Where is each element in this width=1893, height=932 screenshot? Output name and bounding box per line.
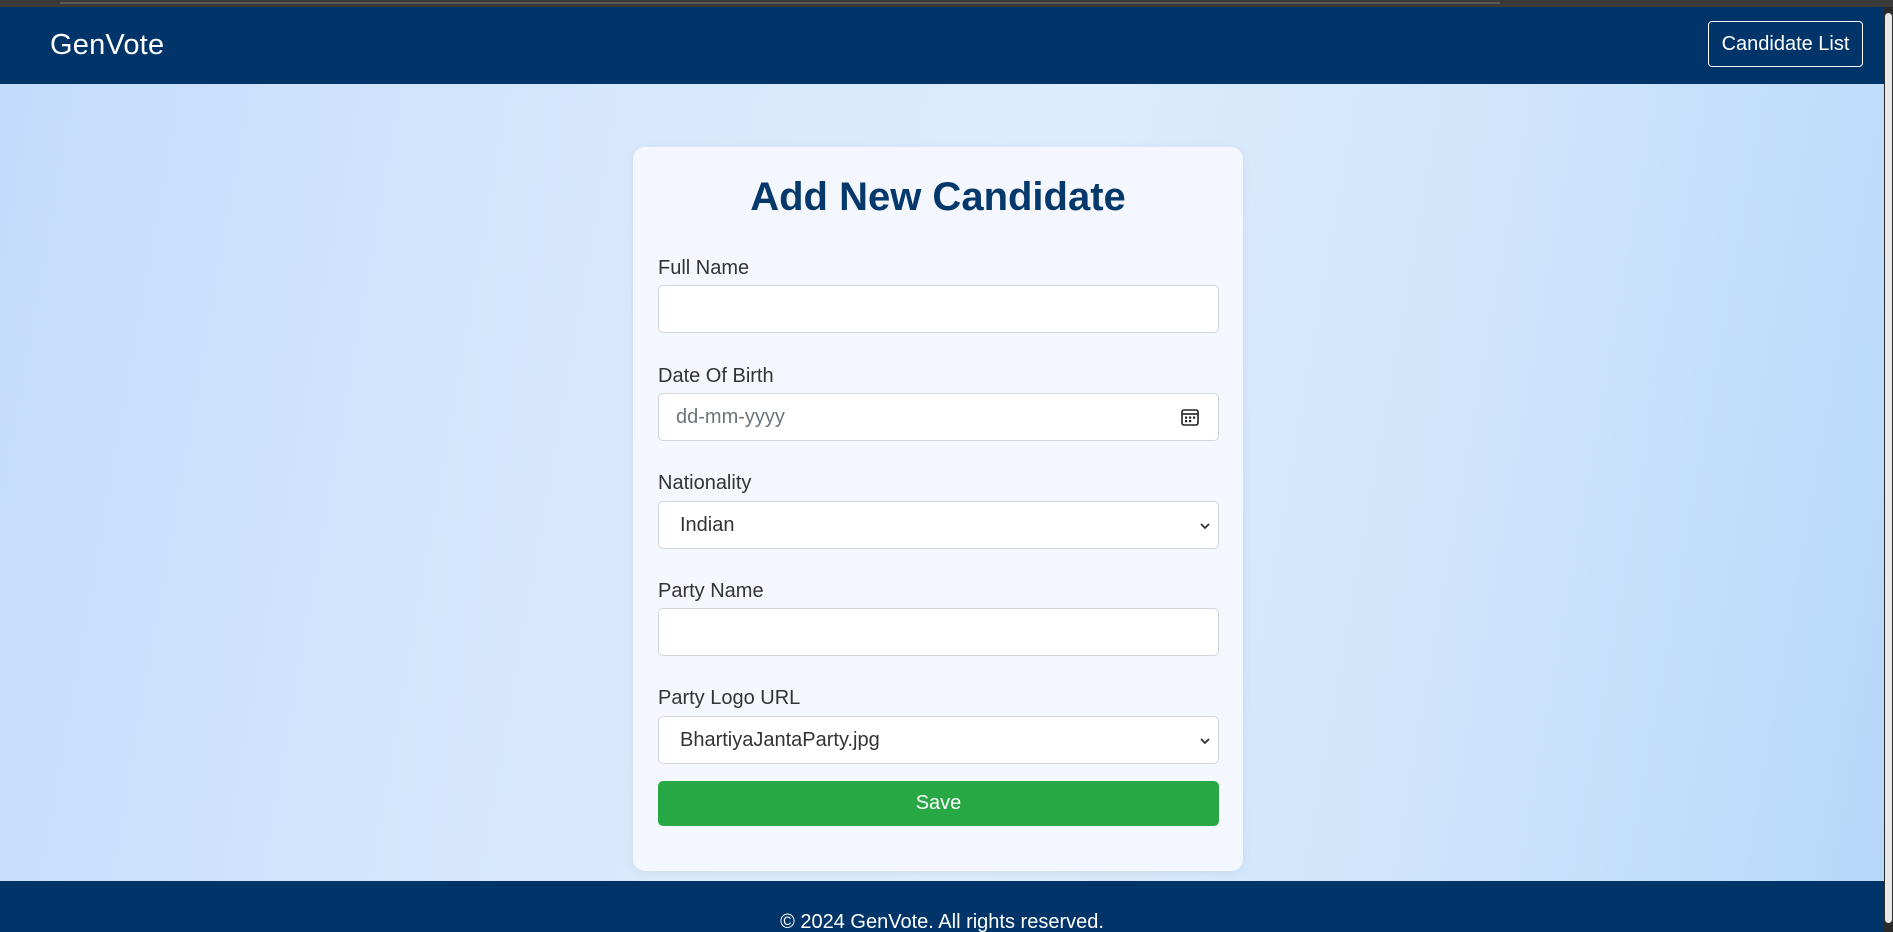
chevron-down-icon: [1200, 523, 1210, 530]
navbar: GenVote Candidate List: [0, 7, 1884, 84]
dob-input[interactable]: dd-mm-yyyy: [658, 393, 1219, 441]
footer: © 2024 GenVote. All rights reserved.: [0, 881, 1884, 932]
party-logo-label: Party Logo URL: [658, 687, 801, 709]
dob-placeholder: dd-mm-yyyy: [676, 406, 785, 428]
save-button[interactable]: Save: [658, 781, 1219, 826]
form-title: Add New Candidate: [750, 175, 1126, 219]
footer-copyright: © 2024 GenVote. All rights reserved.: [780, 911, 1104, 932]
party-logo-select[interactable]: BhartiyaJantaParty.jpg: [658, 716, 1219, 764]
party-name-label: Party Name: [658, 580, 764, 602]
window-top-edge: [0, 0, 1893, 7]
full-name-label: Full Name: [658, 257, 750, 279]
calendar-icon[interactable]: [1180, 407, 1200, 427]
add-candidate-form-card: Add New Candidate Full Name Date Of Birt…: [633, 147, 1243, 871]
vertical-scrollbar[interactable]: [1884, 7, 1893, 932]
party-name-input[interactable]: [658, 608, 1219, 656]
party-logo-selected: BhartiyaJantaParty.jpg: [680, 729, 880, 751]
scrollbar-thumb[interactable]: [1885, 13, 1892, 923]
nationality-label: Nationality: [658, 472, 752, 494]
nationality-select[interactable]: Indian: [658, 501, 1219, 549]
page-viewport: GenVote Candidate List Add New Candidate…: [0, 7, 1884, 932]
chevron-down-icon: [1200, 738, 1210, 745]
full-name-input[interactable]: [658, 285, 1219, 333]
dob-label: Date Of Birth: [658, 365, 774, 387]
brand-logo-text[interactable]: GenVote: [50, 29, 164, 62]
candidate-list-button[interactable]: Candidate List: [1708, 21, 1863, 67]
nationality-selected: Indian: [680, 514, 735, 536]
